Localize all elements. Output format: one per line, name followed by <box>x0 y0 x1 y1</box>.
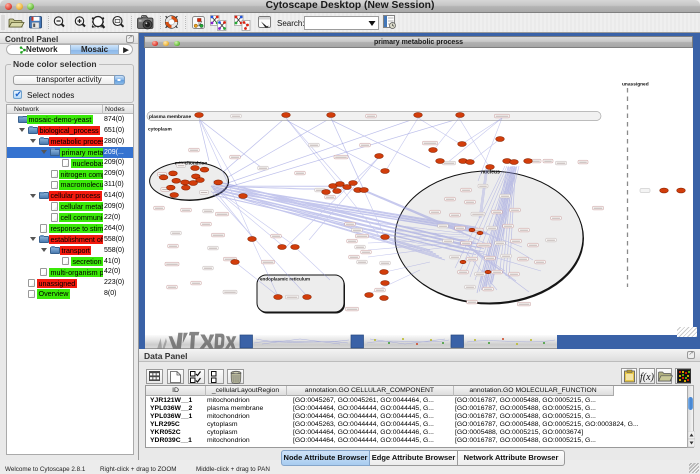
svg-text:nucleus: nucleus <box>481 170 500 176</box>
svg-text:plasma membrane: plasma membrane <box>149 114 191 120</box>
svg-text:f(x): f(x) <box>640 372 655 383</box>
svg-text:unassigned: unassigned <box>622 82 649 88</box>
svg-text:endoplasmic reticulum: endoplasmic reticulum <box>260 277 310 282</box>
svg-text:cytoplasm: cytoplasm <box>148 127 172 133</box>
